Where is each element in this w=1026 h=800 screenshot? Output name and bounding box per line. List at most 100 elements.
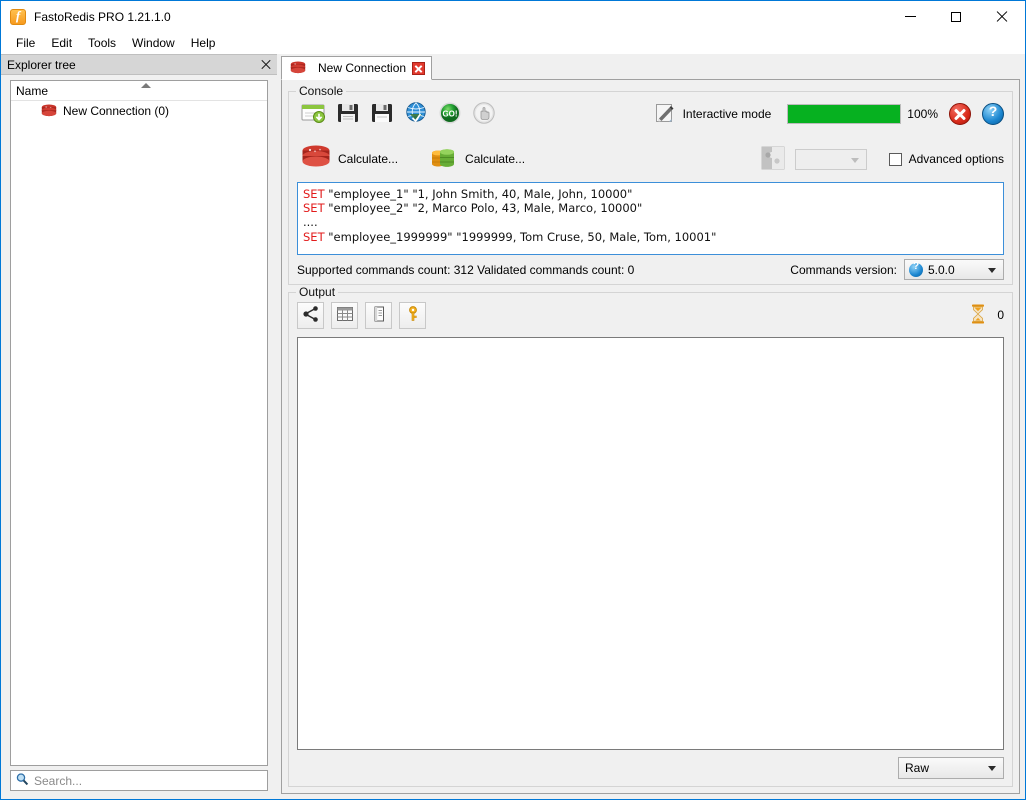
progress-percent-label: 100% (907, 107, 938, 121)
tree-item-new-connection[interactable]: New Connection (0) (11, 101, 267, 120)
editor-args: "employee_1999999" "1999999, Tom Cruse, … (328, 229, 717, 244)
tab-label: New Connection (318, 61, 407, 75)
title-bar: FastoRedis PRO 1.21.1.0 (1, 1, 1025, 32)
output-toolbar: 0 (289, 293, 1012, 337)
advanced-options-control[interactable]: Advanced options (888, 152, 1004, 166)
calculate-database-label: Calculate... (465, 152, 526, 166)
interactive-mode-control[interactable]: Interactive mode (654, 102, 772, 127)
interactive-mode-label: Interactive mode (682, 107, 772, 121)
floppy-save-icon (336, 101, 360, 128)
output-view[interactable] (297, 337, 1004, 750)
connect-button[interactable] (399, 97, 433, 131)
output-bottom-bar: Raw (289, 750, 1012, 786)
editor-line: .... (303, 215, 998, 229)
save-button[interactable] (331, 97, 365, 131)
close-icon (996, 11, 1008, 23)
search-input[interactable]: Search... (34, 774, 82, 788)
explorer-close-icon[interactable] (259, 58, 273, 72)
pencil-edit-icon (654, 102, 676, 127)
console-status-row: Supported commands count: 312 Validated … (289, 255, 1012, 284)
search-icon (15, 772, 29, 789)
editor-keyword: SET (303, 229, 325, 244)
workspace: New Connection Console GO! Interactive m… (281, 54, 1025, 799)
tab-page-console: Console GO! Interactive mode 100% ? Calc… (281, 80, 1020, 794)
editor-line: SET "employee_2" "2, Marco Polo, 43, Mal… (303, 201, 998, 215)
editor-keyword: SET (303, 187, 325, 201)
calculate-redis-button[interactable]: Calculate... (297, 143, 402, 176)
advanced-options-checkbox[interactable] (888, 152, 902, 166)
explorer-tree[interactable]: Name New Connection (0) (10, 80, 268, 766)
stop-hand-icon (472, 101, 496, 128)
explorer-title: Explorer tree (7, 57, 76, 72)
help-button[interactable] (982, 103, 1004, 125)
menu-item-window[interactable]: Window (124, 34, 183, 52)
table-icon (336, 305, 354, 326)
puzzle-piece-icon (759, 144, 787, 175)
chevron-down-icon (850, 157, 859, 163)
menu-item-edit[interactable]: Edit (43, 34, 80, 52)
load-file-icon (301, 101, 327, 128)
console-group: Console GO! Interactive mode 100% ? Calc… (288, 84, 1013, 285)
commands-version-combo[interactable]: 5.0.0 (904, 259, 1004, 280)
editor-line: SET "employee_1" "1, John Smith, 40, Mal… (303, 187, 998, 201)
stop-button[interactable] (467, 97, 501, 131)
redis-icon (41, 104, 57, 118)
output-format-combo[interactable]: Raw (898, 757, 1004, 779)
chevron-down-icon (988, 268, 996, 273)
menu-item-tools[interactable]: Tools (80, 34, 124, 52)
console-toolbar: GO! Interactive mode 100% ? (289, 92, 1012, 136)
go-execute-icon: GO! (438, 101, 462, 128)
search-box[interactable]: Search... (10, 770, 268, 791)
maximize-icon (951, 11, 961, 22)
execution-duration-value: 0 (997, 308, 1004, 322)
tree-view-button[interactable] (297, 301, 324, 329)
key-icon (404, 305, 422, 326)
text-document-icon (370, 305, 388, 326)
calculate-database-button[interactable]: Calculate... (424, 143, 529, 176)
calculate-redis-label: Calculate... (338, 152, 399, 166)
maximize-button[interactable] (933, 1, 979, 32)
commands-version-value: 5.0.0 (928, 262, 955, 277)
editor-keyword: SET (303, 201, 325, 216)
output-group: Output 0 Raw (288, 285, 1013, 787)
editor-line: SET "employee_1999999" "1999999, Tom Cru… (303, 230, 998, 244)
key-view-button[interactable] (399, 301, 426, 329)
execution-duration: 0 (968, 303, 1004, 328)
tab-bar: New Connection (281, 54, 1020, 80)
tab-new-connection[interactable]: New Connection (281, 56, 433, 80)
database-barrels-icon (428, 145, 458, 174)
progress-bar-fill (788, 105, 901, 123)
menu-item-help[interactable]: Help (183, 34, 224, 52)
module-combo[interactable] (794, 148, 867, 170)
close-button[interactable] (979, 1, 1025, 32)
advanced-options-label: Advanced options (908, 152, 1004, 166)
commands-count-status: Supported commands count: 312 Validated … (297, 262, 635, 277)
tree-column-header[interactable]: Name (11, 81, 267, 101)
minimize-icon (904, 16, 916, 17)
hourglass-icon (968, 303, 988, 328)
load-from-file-button[interactable] (297, 97, 331, 131)
minimize-button[interactable] (887, 1, 933, 32)
tree-item-label: New Connection (0) (63, 103, 170, 118)
text-view-button[interactable] (365, 301, 392, 329)
menu-bar: File Edit Tools Window Help (1, 32, 1025, 54)
tree-column-name-label: Name (16, 83, 49, 98)
window-controls (887, 1, 1025, 32)
editor-args: "employee_2" "2, Marco Polo, 43, Male, M… (328, 201, 643, 216)
redis-icon (290, 61, 306, 75)
cancel-button[interactable] (949, 103, 971, 125)
output-group-title: Output (296, 285, 339, 299)
application-window: FastoRedis PRO 1.21.1.0 File Edit Tools … (0, 0, 1026, 800)
table-view-button[interactable] (331, 301, 358, 329)
blue-question-icon (909, 261, 923, 277)
globe-connect-icon (404, 101, 428, 128)
main-split: Explorer tree Name New Connection (0) Se… (1, 54, 1025, 799)
chevron-down-icon (988, 766, 996, 771)
menu-item-file[interactable]: File (8, 34, 43, 52)
progress-bar (787, 104, 902, 124)
execute-button[interactable]: GO! (433, 97, 467, 131)
tab-close-icon[interactable] (412, 61, 426, 75)
save-as-button[interactable] (365, 97, 399, 131)
command-editor[interactable]: SET "employee_1" "1, John Smith, 40, Mal… (297, 182, 1004, 255)
editor-args: .... (303, 215, 318, 230)
